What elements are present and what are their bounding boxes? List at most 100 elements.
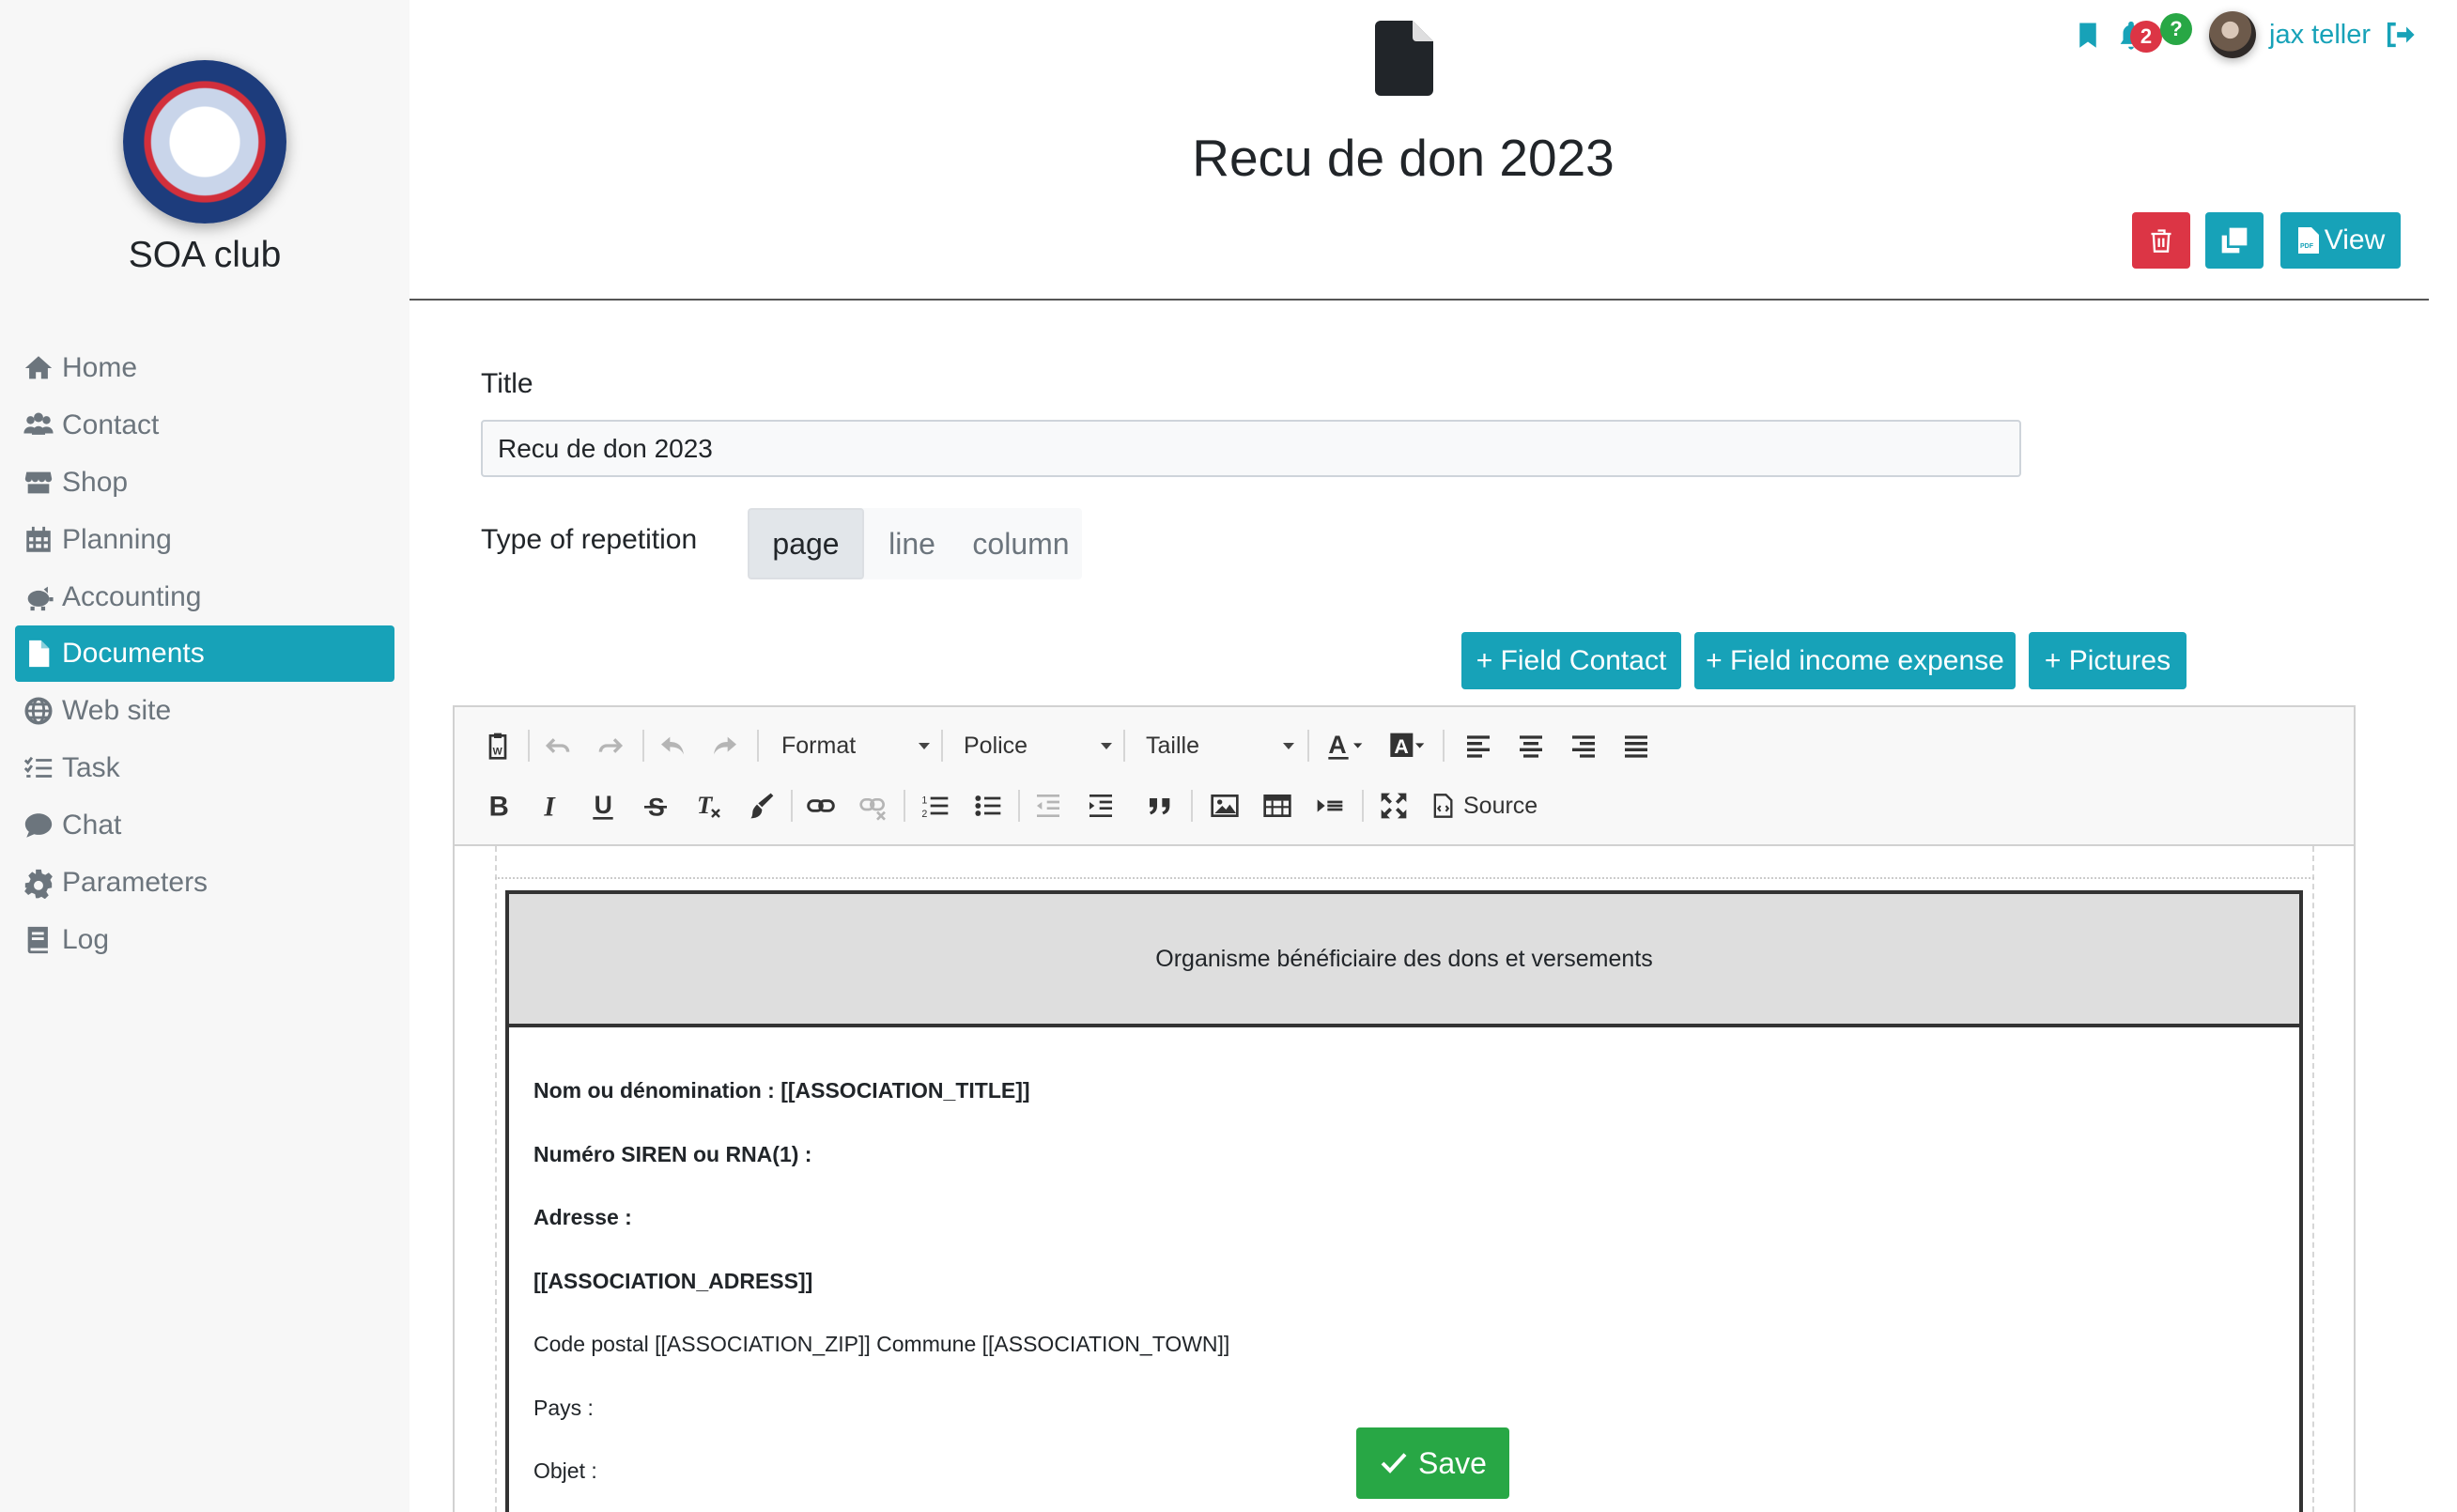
source-code-icon bbox=[1433, 794, 1453, 818]
sidebar-item-web-site[interactable]: Web site bbox=[15, 683, 394, 739]
align-left-icon bbox=[1467, 735, 1490, 758]
horizontal-line-icon bbox=[1317, 799, 1343, 812]
decrease-indent-button[interactable] bbox=[1029, 787, 1067, 825]
text-color-icon: A bbox=[1328, 731, 1363, 760]
text-color-button[interactable]: A bbox=[1321, 727, 1371, 764]
paste-word-icon: W bbox=[488, 733, 507, 760]
sidebar-item-label: Web site bbox=[62, 695, 172, 726]
add-pictures-button[interactable]: + Pictures bbox=[2029, 632, 2187, 689]
format-dropdown[interactable]: Format bbox=[781, 729, 930, 763]
underline-button[interactable]: U bbox=[584, 787, 622, 825]
sidebar-item-label: Chat bbox=[62, 810, 122, 841]
sidebar-item-shop[interactable]: Shop bbox=[15, 455, 394, 511]
logout-icon[interactable] bbox=[2384, 19, 2416, 51]
tasks-icon bbox=[23, 756, 53, 778]
repetition-option-page[interactable]: page bbox=[748, 508, 864, 579]
source-button[interactable]: Source bbox=[1429, 787, 1538, 825]
svg-text:A: A bbox=[1328, 731, 1346, 759]
insert-horizontal-line-button[interactable] bbox=[1311, 787, 1349, 825]
paste-word-button[interactable]: W bbox=[479, 727, 517, 764]
redo-button[interactable] bbox=[592, 727, 629, 764]
save-button[interactable]: Save bbox=[1356, 1427, 1509, 1499]
content-line[interactable]: Nom ou dénomination : [[ASSOCIATION_TITL… bbox=[533, 1078, 1030, 1103]
align-center-icon bbox=[1520, 735, 1542, 758]
size-dropdown[interactable]: Taille bbox=[1146, 729, 1294, 763]
remove-format-button[interactable]: T bbox=[689, 787, 727, 825]
sidebar-item-log[interactable]: Log bbox=[15, 912, 394, 968]
svg-text:A: A bbox=[1394, 735, 1408, 758]
content-line[interactable]: Adresse : bbox=[533, 1205, 632, 1230]
store-icon bbox=[24, 471, 53, 494]
strikethrough-button[interactable]: S bbox=[637, 787, 674, 825]
delete-button[interactable] bbox=[2132, 212, 2190, 269]
italic-icon: I bbox=[543, 793, 556, 821]
bulleted-list-button[interactable] bbox=[969, 787, 1007, 825]
help-badge[interactable]: ? bbox=[2160, 13, 2192, 45]
club-logo[interactable] bbox=[123, 60, 286, 224]
repetition-option-line[interactable]: line bbox=[864, 508, 960, 579]
numbered-list-button[interactable]: 12 bbox=[917, 787, 954, 825]
bookmark-icon[interactable] bbox=[2074, 19, 2102, 51]
align-left-button[interactable] bbox=[1460, 727, 1497, 764]
add-field-contact-button[interactable]: + Field Contact bbox=[1461, 632, 1681, 689]
view-pdf-button[interactable]: PDF View bbox=[2280, 212, 2401, 269]
sidebar-item-documents[interactable]: Documents bbox=[15, 625, 394, 682]
content-line[interactable]: Code postal [[ASSOCIATION_ZIP]] Commune … bbox=[533, 1332, 1229, 1357]
align-center-button[interactable] bbox=[1512, 727, 1550, 764]
piggy-bank-icon bbox=[27, 586, 54, 611]
font-dropdown[interactable]: Police bbox=[964, 729, 1112, 763]
users-icon bbox=[23, 412, 54, 435]
sidebar-item-chat[interactable]: Chat bbox=[15, 797, 394, 854]
copy-icon bbox=[2221, 227, 2248, 254]
reply-back-button[interactable] bbox=[654, 727, 691, 764]
repetition-option-column[interactable]: column bbox=[960, 508, 1082, 579]
svg-text:2: 2 bbox=[921, 809, 927, 820]
sidebar-item-contact[interactable]: Contact bbox=[15, 397, 394, 454]
notifications[interactable]: 2 ? bbox=[2115, 11, 2196, 58]
justify-button[interactable] bbox=[1617, 727, 1655, 764]
undo-button[interactable] bbox=[539, 727, 577, 764]
align-right-button[interactable] bbox=[1565, 727, 1602, 764]
sidebar-item-planning[interactable]: Planning bbox=[15, 512, 394, 568]
gear-icon bbox=[24, 869, 53, 899]
forward-button[interactable] bbox=[706, 727, 744, 764]
insert-image-button[interactable] bbox=[1206, 787, 1244, 825]
duplicate-button[interactable] bbox=[2205, 212, 2264, 269]
content-line[interactable]: Objet : bbox=[533, 1458, 597, 1484]
title-input[interactable] bbox=[481, 420, 2021, 477]
club-name: SOA club bbox=[128, 235, 282, 275]
book-icon bbox=[27, 926, 48, 954]
save-label: Save bbox=[1418, 1445, 1487, 1480]
sidebar-item-home[interactable]: Home bbox=[15, 340, 394, 396]
view-label: View bbox=[2324, 224, 2386, 255]
back-arrow-icon bbox=[661, 736, 684, 755]
content-line[interactable]: [[ASSOCIATION_ADRESS]] bbox=[533, 1269, 812, 1294]
sidebar-item-task[interactable]: Task bbox=[15, 740, 394, 796]
add-field-income-expense-button[interactable]: + Field income expense bbox=[1694, 632, 2016, 689]
calendar-icon bbox=[26, 526, 51, 552]
content-line[interactable]: Numéro SIREN ou RNA(1) : bbox=[533, 1142, 811, 1167]
format-painter-button[interactable] bbox=[742, 787, 780, 825]
source-label: Source bbox=[1463, 792, 1538, 819]
chevron-down-icon bbox=[919, 742, 930, 749]
content-line[interactable]: Pays : bbox=[533, 1396, 594, 1421]
sidebar-item-accounting[interactable]: Accounting bbox=[15, 569, 394, 625]
insert-table-button[interactable] bbox=[1259, 787, 1296, 825]
avatar[interactable] bbox=[2209, 11, 2256, 58]
align-right-icon bbox=[1572, 735, 1595, 758]
link-button[interactable] bbox=[802, 787, 840, 825]
sidebar-item-parameters[interactable]: Parameters bbox=[15, 855, 394, 911]
increase-indent-button[interactable] bbox=[1082, 787, 1120, 825]
unlink-icon bbox=[859, 798, 886, 821]
unlink-button[interactable] bbox=[855, 787, 892, 825]
user-name-link[interactable]: jax teller bbox=[2269, 20, 2371, 51]
sidebar-item-label: Shop bbox=[62, 467, 129, 498]
bold-button[interactable]: B bbox=[479, 787, 517, 825]
check-icon bbox=[1381, 1453, 1407, 1473]
sidebar-item-label: Home bbox=[62, 352, 138, 383]
background-color-button[interactable]: A bbox=[1383, 727, 1433, 764]
italic-button[interactable]: I bbox=[532, 787, 569, 825]
maximize-button[interactable] bbox=[1375, 787, 1413, 825]
blockquote-button[interactable] bbox=[1142, 787, 1180, 825]
table-header-cell[interactable]: Organisme bénéficiaire des dons et verse… bbox=[509, 894, 2299, 1027]
